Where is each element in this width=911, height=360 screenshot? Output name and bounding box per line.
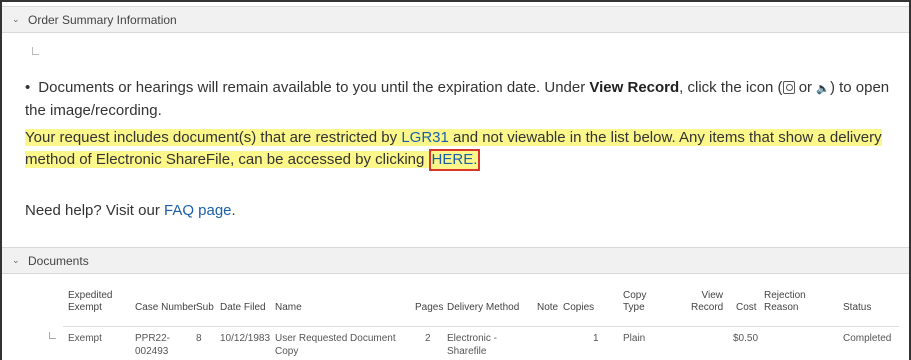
speaker-icon: 🔈 bbox=[816, 83, 830, 95]
header-type: Type bbox=[623, 302, 645, 313]
col-sub[interactable]: Sub bbox=[196, 302, 214, 314]
table-divider bbox=[63, 326, 899, 327]
restricted-notice: Your request includes document(s) that a… bbox=[25, 127, 895, 171]
documents-table-header: Expedited Exempt Case Number Sub Date Fi… bbox=[0, 284, 911, 326]
case-number-line-2: 002493 bbox=[135, 346, 169, 357]
name-line-1: User Requested Document bbox=[275, 333, 396, 344]
restricted-text-before: Your request includes document(s) that a… bbox=[25, 129, 402, 146]
documents-header[interactable]: ⌄ Documents bbox=[2, 247, 909, 274]
col-case-number[interactable]: Case Number bbox=[135, 302, 197, 314]
delivery-line-1: Electronic - bbox=[447, 333, 498, 344]
faq-link[interactable]: FAQ page bbox=[164, 202, 232, 219]
header-expedited: Expedited bbox=[68, 290, 113, 301]
cell-name: User Requested Document Copy bbox=[275, 332, 396, 358]
col-status[interactable]: Status bbox=[843, 302, 871, 314]
header-copy: Copy bbox=[623, 290, 647, 301]
col-copies[interactable]: Copies bbox=[563, 302, 594, 314]
help-text-label: Need help? Visit our bbox=[25, 202, 164, 219]
case-number-line-1: PPR22- bbox=[135, 333, 171, 344]
view-image-icon bbox=[782, 81, 795, 94]
notice-icon-or: or bbox=[794, 79, 817, 96]
help-text-end: . bbox=[231, 202, 236, 219]
header-record: Record bbox=[691, 302, 724, 313]
col-note[interactable]: Note bbox=[537, 302, 558, 314]
availability-notice: • Documents or hearings will remain avail… bbox=[25, 77, 895, 122]
tree-corner-icon bbox=[32, 47, 39, 55]
order-summary-header[interactable]: ⌄ Order Summary Information bbox=[2, 6, 909, 33]
col-cost[interactable]: Cost bbox=[736, 302, 757, 314]
cell-delivery-method: Electronic - Sharefile bbox=[447, 332, 497, 358]
header-exempt: Exempt bbox=[68, 302, 102, 313]
chevron-down-icon: ⌄ bbox=[12, 255, 20, 265]
notice-text-before: Documents or hearings will remain availa… bbox=[38, 79, 590, 96]
chevron-down-icon: ⌄ bbox=[12, 14, 20, 24]
help-text: Need help? Visit our FAQ page. bbox=[25, 200, 236, 222]
cell-sub: 8 bbox=[196, 333, 202, 344]
col-delivery-method[interactable]: Delivery Method bbox=[447, 302, 519, 314]
cell-copy-type: Plain bbox=[623, 333, 646, 344]
here-link[interactable]: HERE. bbox=[428, 149, 481, 171]
col-view-record[interactable]: View Record bbox=[691, 290, 723, 314]
header-rejection: Rejection bbox=[764, 290, 806, 301]
cell-case-number: PPR22- 002493 bbox=[135, 332, 170, 358]
view-record-label: View Record bbox=[589, 79, 680, 96]
delivery-line-2: Sharefile bbox=[447, 346, 487, 357]
cell-copies: 1 bbox=[593, 333, 599, 344]
col-copy-type[interactable]: Copy Type bbox=[623, 290, 646, 314]
notice-text-middle: , click the icon ( bbox=[679, 79, 783, 96]
col-expedited-exempt[interactable]: Expedited Exempt bbox=[68, 290, 112, 314]
tree-corner-icon bbox=[49, 332, 56, 339]
bullet: • bbox=[25, 79, 31, 96]
header-reason: Reason bbox=[764, 302, 799, 313]
cell-date-filed: 10/12/1983 bbox=[220, 333, 271, 344]
name-line-2: Copy bbox=[275, 346, 299, 357]
cell-status: Completed bbox=[843, 333, 892, 344]
col-pages[interactable]: Pages bbox=[415, 302, 443, 314]
col-name[interactable]: Name bbox=[275, 302, 302, 314]
header-view: View bbox=[701, 290, 724, 301]
lgr31-link[interactable]: LGR31 bbox=[401, 129, 449, 146]
col-date-filed[interactable]: Date Filed bbox=[220, 302, 266, 314]
cell-cost: $0.50 bbox=[733, 333, 759, 344]
cell-pages: 2 bbox=[425, 333, 431, 344]
order-summary-title: Order Summary Information bbox=[28, 12, 177, 27]
documents-title: Documents bbox=[28, 253, 89, 268]
cell-expedited: Exempt bbox=[68, 333, 102, 344]
col-rejection-reason[interactable]: Rejection Reason bbox=[764, 290, 806, 314]
